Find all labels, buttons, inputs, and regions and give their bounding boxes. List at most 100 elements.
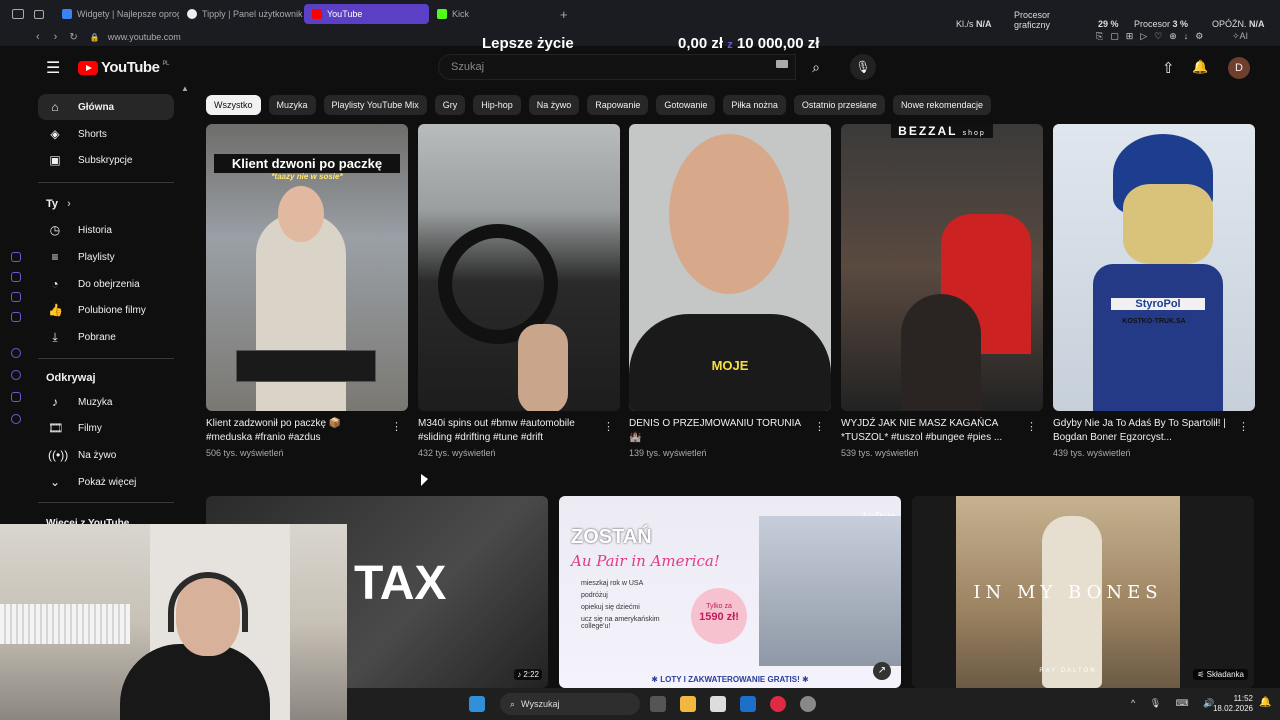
nav-item-live[interactable]: ((•)) Na żywo	[38, 442, 174, 468]
guide-scroll-up-icon[interactable]: ▲	[181, 84, 189, 93]
chip-rap[interactable]: Rapowanie	[587, 95, 649, 115]
ad-card[interactable]: ZOSTAŃ Au Pair in America! mieszkaj rok …	[559, 496, 901, 688]
steam-icon[interactable]	[800, 696, 816, 712]
chip-all[interactable]: Wszystko	[206, 95, 261, 115]
youtube-logo[interactable]: YouTube PL	[78, 59, 169, 76]
notification-icon[interactable]: 🔔	[1259, 697, 1271, 708]
tab-widgety[interactable]: Widgety | Najlepsze oprog	[54, 4, 179, 24]
nav-item-liked[interactable]: 👍 Polubione filmy	[38, 297, 174, 323]
extension-icons[interactable]: ⎘▢⊞▷♡⊕↓⚙	[1096, 31, 1210, 42]
video-card[interactable]: Klient dzwoni po paczkę *taazy nie w sos…	[206, 124, 408, 458]
ai-button[interactable]: ✧AI	[1232, 31, 1248, 42]
sidebar-icon-3[interactable]	[11, 292, 21, 302]
nav-item-watch-later[interactable]: ◔ Do obejrzenia	[38, 271, 174, 297]
chip-hiphop[interactable]: Hip-hop	[473, 95, 521, 115]
nav-item-subscriptions[interactable]: ▣ Subskrypcje	[38, 147, 174, 173]
ad-price-badge: Tylko za 1590 zł!	[691, 588, 747, 644]
avatar[interactable]: D	[1228, 57, 1250, 79]
browser-tab-bar: Widgety | Najlepsze oprog Tipply | Panel…	[0, 0, 1280, 28]
voice-search-button[interactable]: 🎙	[850, 54, 876, 80]
video-card[interactable]: M340i spins out #bmw #automobile #slidin…	[418, 124, 620, 458]
hamburger-menu-icon[interactable]: ☰	[46, 58, 60, 78]
head-shape	[278, 186, 324, 242]
back-icon[interactable]: ‹	[36, 31, 40, 43]
nav-item-films[interactable]: 🎞 Filmy	[38, 415, 174, 441]
face-shape	[1123, 184, 1213, 264]
file-explorer-icon[interactable]	[680, 696, 696, 712]
tab-tipply[interactable]: Tipply | Panel użytkownik	[179, 4, 304, 24]
nav-item-downloads[interactable]: ⤓ Pobrane	[38, 324, 174, 350]
video-thumbnail[interactable]: Klient dzwoni po paczkę *taazy nie w sos…	[206, 124, 408, 411]
search-button[interactable]: ⌕	[796, 54, 836, 80]
chip-recent[interactable]: Ostatnio przesłane	[793, 95, 885, 115]
youtube-guide: ▲ ⌂ Główna ◈ Shorts ▣ Subskrypcje Ty › ◷ His…	[30, 84, 198, 529]
chip-games[interactable]: Gry	[434, 95, 466, 115]
outlook-icon[interactable]	[740, 696, 756, 712]
windows-start-icon[interactable]	[469, 696, 485, 712]
video-title[interactable]: DENIS O PRZEJMOWANIU TORUNIA 🏰	[629, 417, 809, 445]
chip-live[interactable]: Na żywo	[528, 95, 580, 115]
tipply-icon	[187, 9, 197, 19]
nav-item-show-more[interactable]: ⌄ Pokaż więcej	[38, 469, 174, 495]
tabs-icon[interactable]	[34, 9, 44, 19]
sidebar-icon-5[interactable]	[11, 348, 21, 358]
more-options-icon[interactable]: ⋮	[391, 420, 402, 433]
video-card[interactable]: StyroPol KOSTKO-TRUK.SA Gdyby Nie Ja To …	[1053, 124, 1255, 458]
video-card[interactable]: BEZZAL shop WYJDŹ JAK NIE MASZ KAGAŃCA *…	[841, 124, 1043, 458]
video-thumbnail[interactable]: MOJE	[629, 124, 831, 411]
window-icon[interactable]	[12, 9, 24, 19]
video-title[interactable]: Gdyby Nie Ja To Adaś By To Spartolił! | …	[1053, 417, 1233, 445]
video-title[interactable]: M340i spins out #bmw #automobile #slidin…	[418, 417, 598, 445]
nav-item-shorts[interactable]: ◈ Shorts	[38, 121, 174, 147]
ad-footer: ✱ LOTY I ZAKWATEROWANIE GRATIS! ✱	[651, 675, 809, 684]
nav-divider	[38, 182, 174, 183]
sidebar-icon-8[interactable]	[11, 414, 21, 424]
more-options-icon[interactable]: ⋮	[603, 420, 614, 433]
tab-youtube[interactable]: YouTube	[304, 4, 429, 24]
taskbar-search[interactable]: ⌕ Wyszukaj	[500, 693, 640, 715]
task-view-icon[interactable]	[650, 696, 666, 712]
video-card[interactable]: MOJE DENIS O PRZEJMOWANIU TORUNIA 🏰 139 …	[629, 124, 831, 458]
reload-icon[interactable]: ↻	[69, 32, 77, 43]
nav-item-playlists[interactable]: ≡ Playlisty	[38, 244, 174, 270]
notifications-bell-icon[interactable]: 🔔	[1192, 59, 1208, 75]
store-icon[interactable]	[710, 696, 726, 712]
browser-sidebar	[0, 46, 30, 516]
forward-icon[interactable]: ›	[54, 31, 58, 43]
upload-icon[interactable]: ⇧	[1162, 59, 1175, 77]
nav-item-history[interactable]: ◷ Historia	[38, 217, 174, 243]
sidebar-icon-2[interactable]	[11, 272, 21, 282]
more-options-icon[interactable]: ⋮	[814, 420, 825, 433]
more-options-icon[interactable]: ⋮	[1238, 420, 1249, 433]
sidebar-icon-1[interactable]	[11, 252, 21, 262]
chip-music[interactable]: Muzyka	[268, 95, 316, 115]
search-icon: ⌕	[510, 698, 516, 709]
keyboard-icon[interactable]	[776, 60, 788, 68]
video-title[interactable]: WYJDŹ JAK NIE MASZ KAGAŃCA *TUSZOL* #tus…	[841, 417, 1021, 445]
video-thumbnail[interactable]	[418, 124, 620, 411]
tab-kick[interactable]: Kick	[429, 4, 554, 24]
video-thumbnail[interactable]: BEZZAL shop	[841, 124, 1043, 411]
sidebar-icon-6[interactable]	[11, 370, 21, 380]
chip-football[interactable]: Piłka nożna	[723, 95, 786, 115]
chip-cooking[interactable]: Gotowanie	[656, 95, 716, 115]
video-title[interactable]: Klient zadzwonił po paczkę 📦 #meduska #f…	[206, 417, 386, 445]
sidebar-icon-4[interactable]	[11, 312, 21, 322]
nav-divider	[38, 502, 174, 503]
url-text[interactable]: www.youtube.com	[108, 32, 181, 42]
nav-item-music[interactable]: ♪ Muzyka	[38, 389, 174, 415]
chip-new[interactable]: Nowe rekomendacje	[892, 95, 991, 115]
video-thumbnail[interactable]: StyroPol KOSTKO-TRUK.SA	[1053, 124, 1255, 411]
more-options-icon[interactable]: ⋮	[1026, 420, 1037, 433]
chip-mix[interactable]: Playlisty YouTube Mix	[323, 95, 427, 115]
nav-heading-you[interactable]: Ty ›	[46, 198, 71, 210]
video-views: 439 tys. wyświetleń	[1053, 448, 1131, 458]
nav-item-home[interactable]: ⌂ Główna	[38, 94, 174, 120]
search-input[interactable]: Szukaj	[438, 54, 796, 80]
external-link-icon[interactable]: ↗	[873, 662, 891, 680]
sidebar-icon-7[interactable]	[11, 392, 21, 402]
new-tab-icon[interactable]: +	[560, 7, 568, 22]
video-card[interactable]: IN MY BONES RAY DALTON ⚟ Składanka	[912, 496, 1254, 688]
opera-gx-icon[interactable]	[770, 696, 786, 712]
clock[interactable]: 11:52 18.02.2026	[1207, 694, 1253, 714]
